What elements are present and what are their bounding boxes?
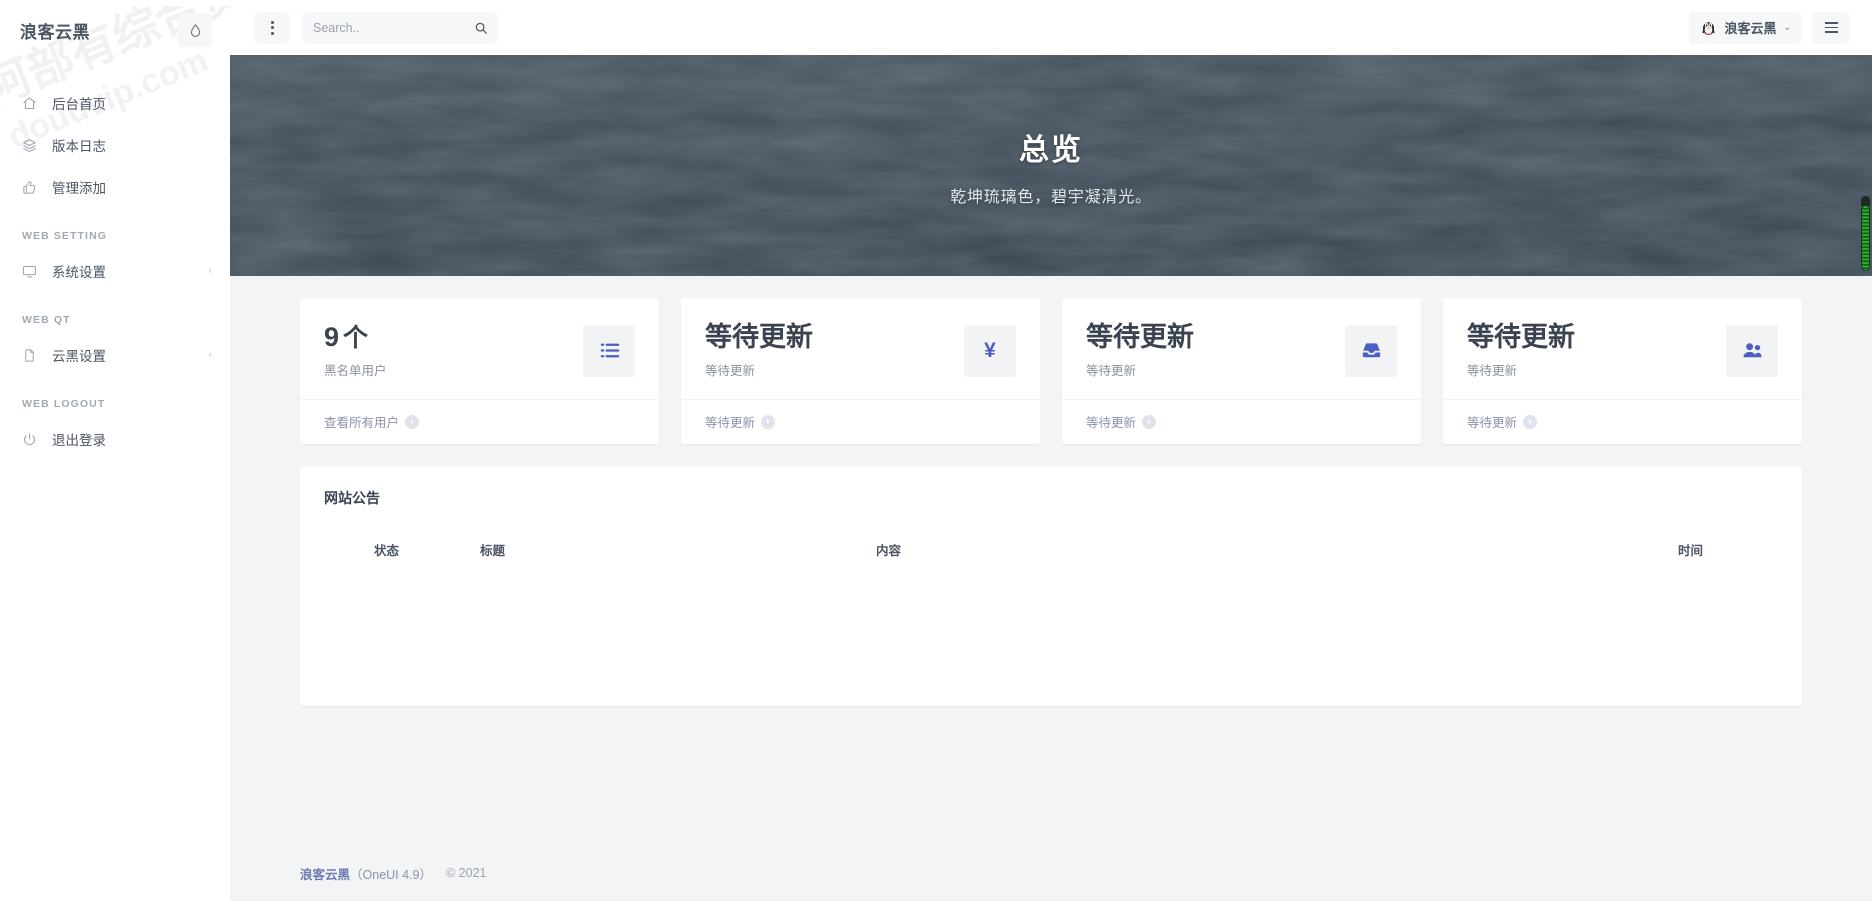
announcements-panel: 网站公告 状态 标题 内容 时间 (300, 466, 1802, 707)
sidebar-item-system-settings[interactable]: 系统设置 ‹ (0, 250, 230, 292)
stat-card-body: 等待更新 等待更新 (1443, 298, 1802, 399)
circle-arrow-right-icon (1142, 414, 1157, 429)
stat-card-label: 等待更新 (705, 364, 756, 379)
stat-card-body: 等待更新 等待更新 ¥ (681, 298, 1040, 399)
circle-arrow-right-icon (1523, 414, 1538, 429)
top-header: 浪客云黑 ⌄ (230, 0, 1872, 55)
stat-card-value: 等待更新 (1467, 322, 1575, 352)
sidebar-section-web-setting: WEB SETTING (22, 230, 108, 242)
stat-card-footer-link[interactable]: 等待更新 (681, 399, 1040, 444)
user-name: 浪客云黑 (1724, 21, 1777, 36)
sidebar-item-label: 后台首页 (52, 97, 106, 112)
list-icon (583, 324, 635, 377)
sidebar-brand[interactable]: 浪客云黑 (20, 18, 90, 43)
sidebar-item-admin-add[interactable]: 管理添加 (0, 166, 230, 208)
inbox-icon (1345, 324, 1397, 377)
main-area: 浪客云黑 ⌄ (230, 0, 1872, 901)
stat-card-footer-link[interactable]: 等待更新 (1062, 399, 1421, 444)
panel-title: 网站公告 (324, 490, 380, 507)
stat-card-footer-link[interactable]: 等待更新 (1443, 399, 1802, 444)
users-icon (1726, 324, 1778, 377)
chevron-down-icon: ⌄ (1783, 22, 1791, 32)
chevron-left-icon: ‹ (208, 264, 212, 277)
sidebar-item-changelog[interactable]: 版本日志 (0, 124, 230, 166)
stat-card-label: 黑名单用户 (324, 364, 387, 379)
footer-brand-link[interactable]: 浪客云黑 (300, 864, 350, 883)
stat-card-footer-label: 查看所有用户 (324, 416, 400, 431)
sidebar-nav: 后台首页 版本日志 管理添加 WEB SETTING 系统设置 ‹ WEB QT… (0, 60, 230, 460)
sidebar-header: 浪客云黑 (0, 0, 230, 60)
stat-card-blacklist-users[interactable]: 9个 黑名单用户 查看所有用户 (300, 298, 659, 445)
content-area: 9个 黑名单用户 查看所有用户 等待更新 等待更新 ¥ 等待更新 等待更新 等待… (230, 276, 1872, 707)
column-header-time[interactable]: 时间 (1502, 518, 1802, 571)
home-icon (22, 96, 44, 111)
search-icon[interactable] (474, 21, 488, 35)
stat-card-value: 9个 (324, 322, 369, 352)
stat-card-texts: 等待更新 等待更新 (705, 322, 950, 379)
sidebar-item-label: 云黑设置 (52, 349, 106, 364)
sidebar-item-label: 版本日志 (52, 139, 106, 154)
stat-card-value: 等待更新 (1086, 322, 1194, 352)
hamburger-menu-icon[interactable] (1812, 11, 1850, 44)
search-input[interactable] (313, 20, 474, 35)
circle-arrow-right-icon (761, 414, 776, 429)
content-inner: 9个 黑名单用户 查看所有用户 等待更新 等待更新 ¥ 等待更新 等待更新 等待… (300, 298, 1802, 707)
stat-cards-row: 9个 黑名单用户 查看所有用户 等待更新 等待更新 ¥ 等待更新 等待更新 等待… (300, 298, 1802, 445)
stat-card-footer-label: 等待更新 (1467, 416, 1518, 431)
water-drop-icon[interactable] (178, 13, 212, 47)
chevron-left-icon: ‹ (208, 348, 212, 361)
footer-copyright: © 2021 (446, 866, 487, 880)
sidebar-item-label: 系统设置 (52, 265, 106, 280)
announcements-table: 状态 标题 内容 时间 (300, 518, 1802, 571)
stat-card-texts: 等待更新 等待更新 (1467, 322, 1712, 379)
scrollbar-thumb[interactable] (1861, 205, 1870, 271)
sidebar-item-home[interactable]: 后台首页 (0, 82, 230, 124)
page-subtitle: 乾坤琉璃色，碧宇凝清光。 (950, 188, 1152, 206)
column-header-title[interactable]: 标题 (460, 518, 760, 571)
search-bar[interactable] (302, 11, 498, 44)
stat-card-value: 等待更新 (705, 322, 813, 352)
app-root: 阿部有综合资源网 douuvip.com 浪客云黑 后台首页 版本日志 管理添加… (0, 0, 1872, 901)
hero-banner: 总览 乾坤琉璃色，碧宇凝清光。 (230, 55, 1872, 276)
monitor-icon (22, 264, 44, 279)
thumbs-up-icon (22, 180, 44, 195)
power-icon (22, 432, 44, 447)
stat-card-body: 9个 黑名单用户 (300, 298, 659, 399)
column-header-content[interactable]: 内容 (760, 518, 1502, 571)
page-footer: 浪客云黑 （OneUI 4.9） © 2021 (230, 845, 1872, 901)
table-head: 状态 标题 内容 时间 (300, 518, 1802, 571)
stat-card-revenue[interactable]: 等待更新 等待更新 ¥ 等待更新 (681, 298, 1040, 445)
sidebar-section-web-qt: WEB QT (22, 314, 71, 326)
column-header-status[interactable]: 状态 (300, 518, 460, 571)
sidebar-section-web-logout: WEB LOGOUT (22, 398, 106, 410)
circle-arrow-right-icon (405, 414, 420, 429)
stat-card-inbox[interactable]: 等待更新 等待更新 等待更新 (1062, 298, 1421, 445)
stat-card-footer-label: 等待更新 (1086, 416, 1137, 431)
stat-card-footer-link[interactable]: 查看所有用户 (300, 399, 659, 444)
page-title: 总览 (1019, 133, 1083, 167)
sidebar-item-cloud-black-settings[interactable]: 云黑设置 ‹ (0, 334, 230, 376)
sidebar-item-label: 退出登录 (52, 433, 106, 448)
vertical-scrollbar[interactable] (1859, 0, 1872, 901)
stat-card-footer-label: 等待更新 (705, 416, 756, 431)
table-header-row: 状态 标题 内容 时间 (300, 518, 1802, 571)
stat-card-users[interactable]: 等待更新 等待更新 等待更新 (1443, 298, 1802, 445)
yen-icon: ¥ (964, 324, 1016, 377)
stat-card-texts: 9个 黑名单用户 (324, 322, 569, 379)
sidebar-item-logout[interactable]: 退出登录 (0, 418, 230, 460)
user-menu-button[interactable]: 浪客云黑 ⌄ (1689, 11, 1802, 44)
stat-card-label: 等待更新 (1467, 364, 1518, 379)
layers-icon (22, 138, 44, 153)
footer-version[interactable]: （OneUI 4.9） (350, 864, 432, 883)
stat-card-body: 等待更新 等待更新 (1062, 298, 1421, 399)
stat-card-label: 等待更新 (1086, 364, 1137, 379)
qq-penguin-avatar (1700, 19, 1717, 36)
stat-card-texts: 等待更新 等待更新 (1086, 322, 1331, 379)
file-icon (22, 348, 44, 363)
sidebar-item-label: 管理添加 (52, 181, 106, 196)
kebab-menu-icon[interactable] (254, 11, 290, 44)
hero-content: 总览 乾坤琉璃色，碧宇凝清光。 (230, 55, 1872, 276)
sidebar: 阿部有综合资源网 douuvip.com 浪客云黑 后台首页 版本日志 管理添加… (0, 0, 230, 901)
